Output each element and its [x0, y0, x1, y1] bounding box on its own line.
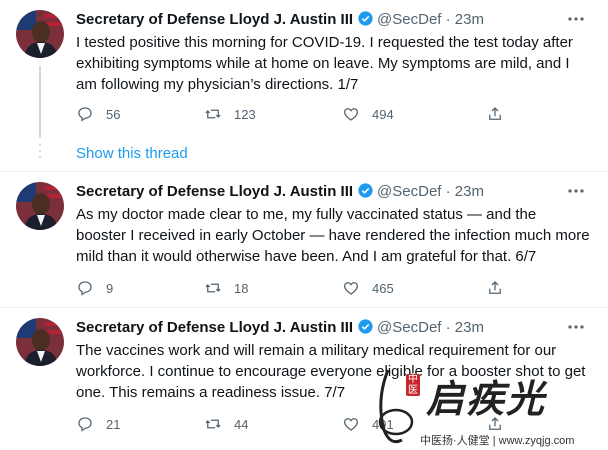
author-handle[interactable]: @SecDef: [377, 319, 441, 336]
thread-dot: [39, 156, 41, 158]
verified-badge-icon: [358, 11, 373, 26]
tweet-header: Secretary of Defense Lloyd J. Austin III…: [76, 318, 484, 338]
reply-icon: [78, 417, 92, 432]
reply-count: 56: [106, 106, 121, 122]
retweet-button[interactable]: 44: [204, 412, 248, 436]
verified-badge-icon: [358, 183, 373, 198]
avatar[interactable]: [16, 182, 64, 230]
timestamp[interactable]: 23m: [455, 183, 484, 200]
reply-count: 9: [106, 280, 114, 296]
avatar[interactable]: [16, 318, 64, 366]
avatar[interactable]: [16, 10, 64, 58]
retweet-button[interactable]: 123: [204, 102, 256, 126]
reply-icon: [78, 107, 92, 122]
more-icon[interactable]: [566, 184, 586, 198]
share-button[interactable]: [486, 102, 516, 126]
tweet-text: As my doctor made clear to me, my fully …: [76, 206, 590, 265]
thread-dot: [39, 144, 41, 146]
tweet-actions: 56 123 494: [76, 102, 556, 126]
retweet-count: 44: [234, 416, 249, 432]
like-button[interactable]: 494: [342, 102, 394, 126]
share-button[interactable]: [486, 276, 516, 300]
tweet-header: Secretary of Defense Lloyd J. Austin III…: [76, 182, 484, 202]
tweet-1[interactable]: Secretary of Defense Lloyd J. Austin III…: [0, 0, 608, 138]
retweet-icon: [205, 419, 221, 429]
separator-dot: ·: [445, 11, 451, 28]
timestamp[interactable]: 23m: [455, 11, 484, 28]
retweet-count: 18: [234, 280, 249, 296]
author-handle[interactable]: @SecDef: [377, 183, 441, 200]
author-name[interactable]: Secretary of Defense Lloyd J. Austin III: [76, 11, 353, 28]
watermark-site: 中医扬·人健堂 | www.zyqjg.com: [420, 435, 575, 447]
watermark-logo-text: 启疾光: [426, 376, 547, 421]
author-name[interactable]: Secretary of Defense Lloyd J. Austin III: [76, 183, 353, 200]
timestamp[interactable]: 23m: [455, 319, 484, 336]
tweet-header: Secretary of Defense Lloyd J. Austin III…: [76, 10, 484, 30]
like-button[interactable]: 465: [342, 276, 394, 300]
reply-count: 21: [106, 416, 121, 432]
reply-button[interactable]: 21: [76, 412, 120, 436]
retweet-icon: [205, 109, 221, 119]
separator-dot: ·: [445, 319, 451, 336]
reply-icon: [78, 281, 92, 296]
tweet-text: I tested positive this morning for COVID…: [76, 34, 573, 93]
like-icon: [343, 282, 359, 295]
more-icon[interactable]: [566, 320, 586, 334]
author-handle[interactable]: @SecDef: [377, 11, 441, 28]
reply-button[interactable]: 9: [76, 276, 113, 300]
like-count: 494: [372, 106, 394, 122]
more-icon[interactable]: [566, 12, 586, 26]
show-thread-link[interactable]: Show this thread: [76, 144, 188, 164]
like-icon: [343, 418, 359, 431]
share-icon: [489, 281, 501, 294]
retweet-button[interactable]: 18: [204, 276, 248, 300]
retweet-count: 123: [234, 106, 256, 122]
verified-badge-icon: [358, 319, 373, 334]
like-count: 465: [372, 280, 394, 296]
separator-dot: ·: [445, 183, 451, 200]
retweet-icon: [205, 283, 221, 293]
thread-dot: [39, 150, 41, 152]
thread-line: [39, 66, 41, 138]
author-name[interactable]: Secretary of Defense Lloyd J. Austin III: [76, 319, 353, 336]
watermark: 中医 启疾光 中医扬·人健堂 | www.zyqjg.com: [366, 360, 608, 450]
like-icon: [343, 108, 359, 121]
share-icon: [489, 107, 501, 120]
reply-button[interactable]: 56: [76, 102, 120, 126]
tweet-actions: 9 18 465: [76, 276, 556, 300]
watermark-seal: 中医: [406, 374, 420, 396]
